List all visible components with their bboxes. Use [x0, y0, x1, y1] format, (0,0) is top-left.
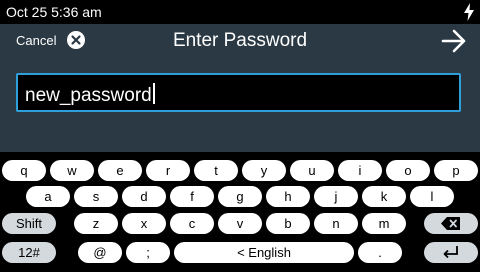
- key-d[interactable]: d: [122, 186, 166, 207]
- key-e[interactable]: e: [98, 160, 142, 181]
- key-j[interactable]: j: [314, 186, 358, 207]
- page-title: Enter Password: [172, 30, 308, 51]
- arrow-right-icon[interactable]: [441, 29, 467, 53]
- space-key[interactable]: < English: [174, 242, 354, 263]
- key-o[interactable]: o: [386, 160, 430, 181]
- key-h[interactable]: h: [266, 186, 310, 207]
- key-w[interactable]: w: [50, 160, 94, 181]
- key-p[interactable]: p: [434, 160, 478, 181]
- status-time: Oct 25 5:36 am: [6, 4, 102, 20]
- text-caret: [152, 83, 155, 104]
- key-b[interactable]: b: [266, 213, 310, 234]
- backspace-icon: [441, 217, 460, 230]
- enter-key[interactable]: [424, 242, 478, 263]
- key-z[interactable]: z: [74, 213, 118, 234]
- status-bar: Oct 25 5:36 am: [0, 0, 480, 24]
- key-i[interactable]: i: [338, 160, 382, 181]
- key-c[interactable]: c: [170, 213, 214, 234]
- backspace-key[interactable]: [424, 213, 478, 234]
- key-period[interactable]: .: [358, 242, 402, 263]
- key-a[interactable]: a: [26, 186, 70, 207]
- bolt-icon: [464, 3, 474, 21]
- key-y[interactable]: y: [242, 160, 286, 181]
- onscreen-keyboard: q w e r t y u i o p a s d f g h j k l Sh…: [0, 152, 480, 272]
- key-l[interactable]: l: [410, 186, 454, 207]
- key-v[interactable]: v: [218, 213, 262, 234]
- key-at[interactable]: @: [78, 242, 122, 263]
- symbols-key[interactable]: 12#: [2, 242, 56, 263]
- key-semicolon[interactable]: ;: [126, 242, 170, 263]
- key-n[interactable]: n: [314, 213, 358, 234]
- key-q[interactable]: q: [2, 160, 46, 181]
- enter-icon: [443, 246, 458, 259]
- key-r[interactable]: r: [146, 160, 190, 181]
- key-s[interactable]: s: [74, 186, 118, 207]
- dialog-header: Cancel Enter Password: [0, 24, 480, 58]
- password-field-value: new_password: [25, 83, 155, 107]
- key-x[interactable]: x: [122, 213, 166, 234]
- input-panel: new_password: [0, 58, 480, 152]
- key-g[interactable]: g: [218, 186, 262, 207]
- key-f[interactable]: f: [170, 186, 214, 207]
- shift-key[interactable]: Shift: [2, 213, 56, 234]
- key-u[interactable]: u: [290, 160, 334, 181]
- password-field[interactable]: new_password: [16, 73, 461, 112]
- key-t[interactable]: t: [194, 160, 238, 181]
- key-m[interactable]: m: [362, 213, 406, 234]
- key-k[interactable]: k: [362, 186, 406, 207]
